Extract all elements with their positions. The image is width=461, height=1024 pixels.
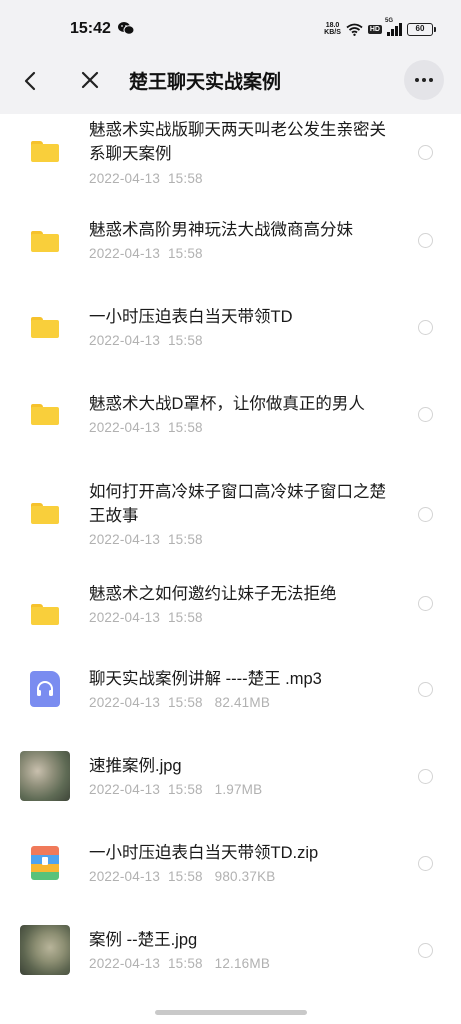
select-radio[interactable] <box>418 596 433 611</box>
folder-icon <box>20 589 70 639</box>
select-radio[interactable] <box>418 856 433 871</box>
more-dots-icon <box>415 78 419 82</box>
file-name: 魅惑术大战D罩杯，让你做真正的男人 <box>89 395 365 413</box>
file-meta: 2022-04-13 15:58 <box>89 420 203 435</box>
list-item[interactable]: 聊天实战案例讲解 ----楚王 .mp3 2022-04-13 15:58 82… <box>0 654 461 740</box>
app-header: 楚王聊天实战案例 <box>0 46 461 114</box>
more-options-button[interactable] <box>404 60 444 100</box>
wifi-icon <box>346 23 363 36</box>
file-meta: 2022-04-13 15:58 <box>89 532 203 547</box>
wechat-notification-icon <box>118 22 134 35</box>
file-name: 如何打开高冷妹子窗口高冷妹子窗口之楚王故事 <box>89 483 386 525</box>
status-indicators: 18.0 KB/S HD 5G 60 <box>324 18 436 38</box>
list-item[interactable]: 速推案例.jpg 2022-04-13 15:58 1.97MB <box>0 740 461 827</box>
folder-icon <box>20 302 70 352</box>
file-name: 速推案例.jpg <box>89 757 182 775</box>
list-item[interactable]: 魅惑术大战D罩杯，让你做真正的男人 2022-04-13 15:58 <box>0 369 461 456</box>
file-meta: 2022-04-13 15:58 12.16MB <box>89 956 271 971</box>
file-name: 魅惑术实战版聊天两天叫老公发生亲密关系聊天案例 <box>89 121 386 163</box>
cell-signal-icon: 5G <box>385 18 402 36</box>
select-radio[interactable] <box>418 233 433 248</box>
list-item[interactable]: 魅惑术之如何邀约让妹子无法拒绝 2022-04-13 15:58 <box>0 568 461 654</box>
file-meta: 2022-04-13 15:58 1.97MB <box>89 782 263 797</box>
select-radio[interactable] <box>418 320 433 335</box>
file-meta: 2022-04-13 15:58 <box>89 171 203 186</box>
file-meta: 2022-04-13 15:58 <box>89 333 203 348</box>
image-thumbnail <box>20 925 70 975</box>
folder-icon <box>20 389 70 439</box>
file-name: 一小时压迫表白当天带领TD <box>89 308 293 326</box>
select-radio[interactable] <box>418 507 433 522</box>
hd-badge: HD <box>367 24 382 34</box>
file-meta: 2022-04-13 15:58 <box>89 610 203 625</box>
list-item[interactable]: 如何打开高冷妹子窗口高冷妹子窗口之楚王故事 2022-04-13 15:58 <box>0 456 461 568</box>
status-bar: 15:42 18.0 KB/S HD 5G 60 <box>0 0 461 46</box>
page-title: 楚王聊天实战案例 <box>129 72 282 93</box>
select-radio[interactable] <box>418 682 433 697</box>
folder-icon <box>20 126 70 176</box>
status-time: 15:42 <box>70 20 111 37</box>
select-radio[interactable] <box>418 943 433 958</box>
list-item[interactable]: 案例 --楚王.jpg 2022-04-13 15:58 12.16MB <box>0 914 461 1000</box>
folder-icon <box>20 216 70 266</box>
back-arrow-icon[interactable] <box>18 68 44 94</box>
folder-icon <box>20 488 70 538</box>
file-meta: 2022-04-13 15:58 82.41MB <box>89 695 271 710</box>
select-radio[interactable] <box>418 769 433 784</box>
file-meta: 2022-04-13 15:58 980.37KB <box>89 869 276 884</box>
file-name: 一小时压迫表白当天带领TD.zip <box>89 844 319 862</box>
file-name: 魅惑术高阶男神玩法大战微商高分妹 <box>89 221 353 239</box>
list-item[interactable]: 一小时压迫表白当天带领TD 2022-04-13 15:58 <box>0 282 461 369</box>
network-speed: 18.0 KB/S <box>324 22 341 36</box>
audio-file-icon <box>20 664 70 714</box>
battery-icon: 60 <box>407 22 436 36</box>
file-name: 案例 --楚王.jpg <box>89 931 198 949</box>
file-name: 聊天实战案例讲解 ----楚王 .mp3 <box>89 670 322 688</box>
list-item[interactable]: 魅惑术实战版聊天两天叫老公发生亲密关系聊天案例 2022-04-13 15:58 <box>0 114 461 196</box>
file-meta: 2022-04-13 15:58 <box>89 246 203 261</box>
home-indicator[interactable] <box>155 1010 307 1015</box>
image-thumbnail <box>20 751 70 801</box>
list-item[interactable]: 魅惑术高阶男神玩法大战微商高分妹 2022-04-13 15:58 <box>0 196 461 282</box>
file-name: 魅惑术之如何邀约让妹子无法拒绝 <box>89 585 337 603</box>
list-item[interactable]: 一小时压迫表白当天带领TD.zip 2022-04-13 15:58 980.3… <box>0 827 461 914</box>
headphones-icon <box>37 681 53 696</box>
close-icon[interactable] <box>78 68 102 92</box>
zip-file-icon <box>20 838 70 888</box>
select-radio[interactable] <box>418 407 433 422</box>
select-radio[interactable] <box>418 145 433 160</box>
